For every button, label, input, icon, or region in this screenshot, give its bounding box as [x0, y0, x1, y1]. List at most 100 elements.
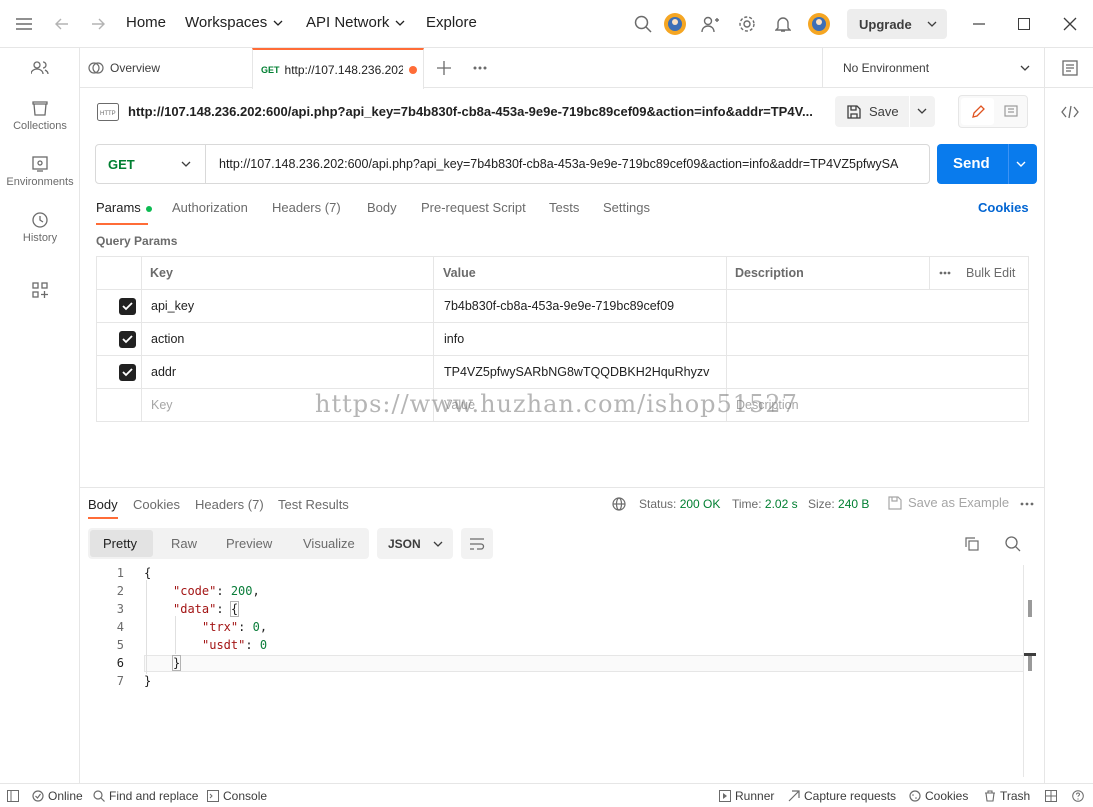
editor-scrollbar[interactable]: [1023, 565, 1024, 777]
param-value[interactable]: 7b4b830f-cb8a-453a-9e9e-719bc89cef09: [444, 290, 674, 322]
line-number: 4: [116, 620, 124, 634]
send-button[interactable]: Send: [937, 144, 1037, 184]
view-raw[interactable]: Raw: [171, 536, 197, 551]
column-description: Description: [735, 266, 804, 280]
help-icon[interactable]: [1071, 789, 1085, 803]
param-value[interactable]: TP4VZ5pfwySARbNG8wTQQDBKH2HquRhyzv: [444, 356, 709, 388]
response-tab-cookies[interactable]: Cookies: [133, 497, 180, 512]
param-key[interactable]: api_key: [151, 290, 194, 322]
minimize-icon[interactable]: [969, 14, 989, 34]
code-line[interactable]: }: [144, 674, 151, 688]
response-status[interactable]: Status: 200 OK: [639, 497, 720, 511]
comments-icon[interactable]: [995, 98, 1026, 125]
json-colon: :: [245, 638, 260, 652]
globe-icon[interactable]: [610, 495, 628, 513]
code-line[interactable]: "data": {: [173, 601, 240, 617]
scrollbar-thumb[interactable]: [1028, 600, 1032, 617]
response-tab-test-results[interactable]: Test Results: [278, 497, 349, 512]
cookies-button[interactable]: Cookies: [909, 789, 968, 803]
code-line[interactable]: "usdt": 0: [202, 638, 267, 652]
response-size[interactable]: Size: 240 B: [808, 497, 869, 511]
view-visualize[interactable]: Visualize: [303, 536, 355, 551]
notifications-bell-icon[interactable]: [773, 14, 793, 34]
sidebar-item-history[interactable]: History: [0, 212, 80, 244]
chevron-down-icon[interactable]: [917, 108, 927, 114]
code-line[interactable]: "trx": 0,: [202, 620, 267, 634]
param-key[interactable]: action: [151, 323, 184, 355]
team-avatar-icon[interactable]: [663, 12, 687, 36]
tab-authorization[interactable]: Authorization: [172, 200, 248, 215]
format-select[interactable]: JSON: [377, 528, 453, 559]
forward-arrow-icon[interactable]: [88, 14, 108, 34]
tab-active-request[interactable]: GET http://107.148.236.202: [252, 48, 424, 89]
edit-pencil-icon[interactable]: [961, 98, 994, 125]
upgrade-button[interactable]: Upgrade: [847, 9, 947, 39]
save-as-example-button[interactable]: Save as Example: [888, 495, 1009, 510]
url-input[interactable]: http://107.148.236.202:600/api.php?api_k…: [206, 157, 921, 171]
capture-requests-button[interactable]: Capture requests: [788, 789, 896, 803]
nav-api-network[interactable]: API Network: [306, 14, 405, 31]
sidebar-toggle-icon[interactable]: [6, 789, 20, 803]
environment-selector[interactable]: No Environment: [822, 48, 1044, 88]
new-tab-plus-icon[interactable]: [434, 58, 454, 78]
tab-body[interactable]: Body: [367, 200, 397, 215]
invite-user-icon[interactable]: [700, 14, 720, 34]
console-button[interactable]: Console: [207, 789, 267, 803]
find-replace-button[interactable]: Find and replace: [93, 789, 198, 803]
param-checkbox[interactable]: [119, 290, 136, 322]
response-tab-body[interactable]: Body: [88, 497, 118, 519]
close-icon[interactable]: [1060, 14, 1080, 34]
more-tabs-icon[interactable]: [470, 58, 490, 78]
settings-gear-icon[interactable]: [737, 14, 757, 34]
new-key-input[interactable]: Key: [151, 389, 173, 421]
response-time[interactable]: Time: 2.02 s: [732, 497, 798, 511]
bulk-edit-button[interactable]: Bulk Edit: [966, 257, 1015, 289]
overview-icon: [88, 62, 104, 74]
view-preview[interactable]: Preview: [226, 536, 272, 551]
online-status[interactable]: Online: [32, 789, 83, 803]
cookies-link[interactable]: Cookies: [978, 200, 1029, 215]
search-icon[interactable]: [633, 14, 653, 34]
copy-icon[interactable]: [963, 535, 981, 553]
scrollbar-thumb[interactable]: [1028, 656, 1032, 671]
apps-grid-icon[interactable]: [30, 280, 50, 300]
code-line[interactable]: {: [144, 566, 151, 580]
tab-headers[interactable]: Headers (7): [272, 200, 341, 215]
tab-settings[interactable]: Settings: [603, 200, 650, 215]
param-key[interactable]: addr: [151, 356, 176, 388]
sidebar-item-environments[interactable]: Environments: [0, 156, 80, 188]
tab-overview[interactable]: Overview: [88, 48, 252, 88]
nav-explore[interactable]: Explore: [426, 14, 477, 31]
code-line[interactable]: "code": 200,: [173, 584, 260, 598]
trash-button[interactable]: Trash: [984, 789, 1030, 803]
tab-params[interactable]: Params: [96, 200, 153, 225]
response-tab-headers[interactable]: Headers (7): [195, 497, 264, 512]
menu-icon[interactable]: [14, 14, 34, 34]
wrap-lines-button[interactable]: [461, 528, 493, 559]
code-line[interactable]: }: [171, 655, 182, 671]
save-button[interactable]: Save: [835, 96, 935, 127]
chevron-down-icon[interactable]: [1016, 161, 1026, 167]
view-pretty[interactable]: Pretty: [103, 536, 137, 551]
sidebar-item-collections[interactable]: Collections: [0, 100, 80, 132]
nav-home[interactable]: Home: [126, 14, 166, 31]
param-value[interactable]: info: [444, 323, 464, 355]
user-avatar-icon[interactable]: [807, 12, 831, 36]
response-more-icon[interactable]: [1018, 496, 1036, 512]
maximize-icon[interactable]: [1014, 14, 1034, 34]
method-select[interactable]: GET: [96, 145, 206, 183]
environment-quick-look-icon[interactable]: [1060, 58, 1080, 78]
tab-tests[interactable]: Tests: [549, 200, 579, 215]
param-checkbox[interactable]: [119, 356, 136, 388]
runner-button[interactable]: Runner: [719, 789, 774, 803]
more-options-icon[interactable]: [939, 257, 951, 289]
nav-workspaces[interactable]: Workspaces: [185, 14, 283, 31]
back-arrow-icon[interactable]: [52, 14, 72, 34]
request-title[interactable]: http://107.148.236.202:600/api.php?api_k…: [128, 104, 813, 119]
workspace-people-icon[interactable]: [30, 58, 50, 78]
code-snippet-icon[interactable]: [1060, 102, 1080, 122]
layout-toggle-icon[interactable]: [1044, 789, 1058, 803]
param-checkbox[interactable]: [119, 323, 136, 355]
tab-pre-request-script[interactable]: Pre-request Script: [421, 200, 526, 215]
search-icon[interactable]: [1003, 534, 1023, 554]
